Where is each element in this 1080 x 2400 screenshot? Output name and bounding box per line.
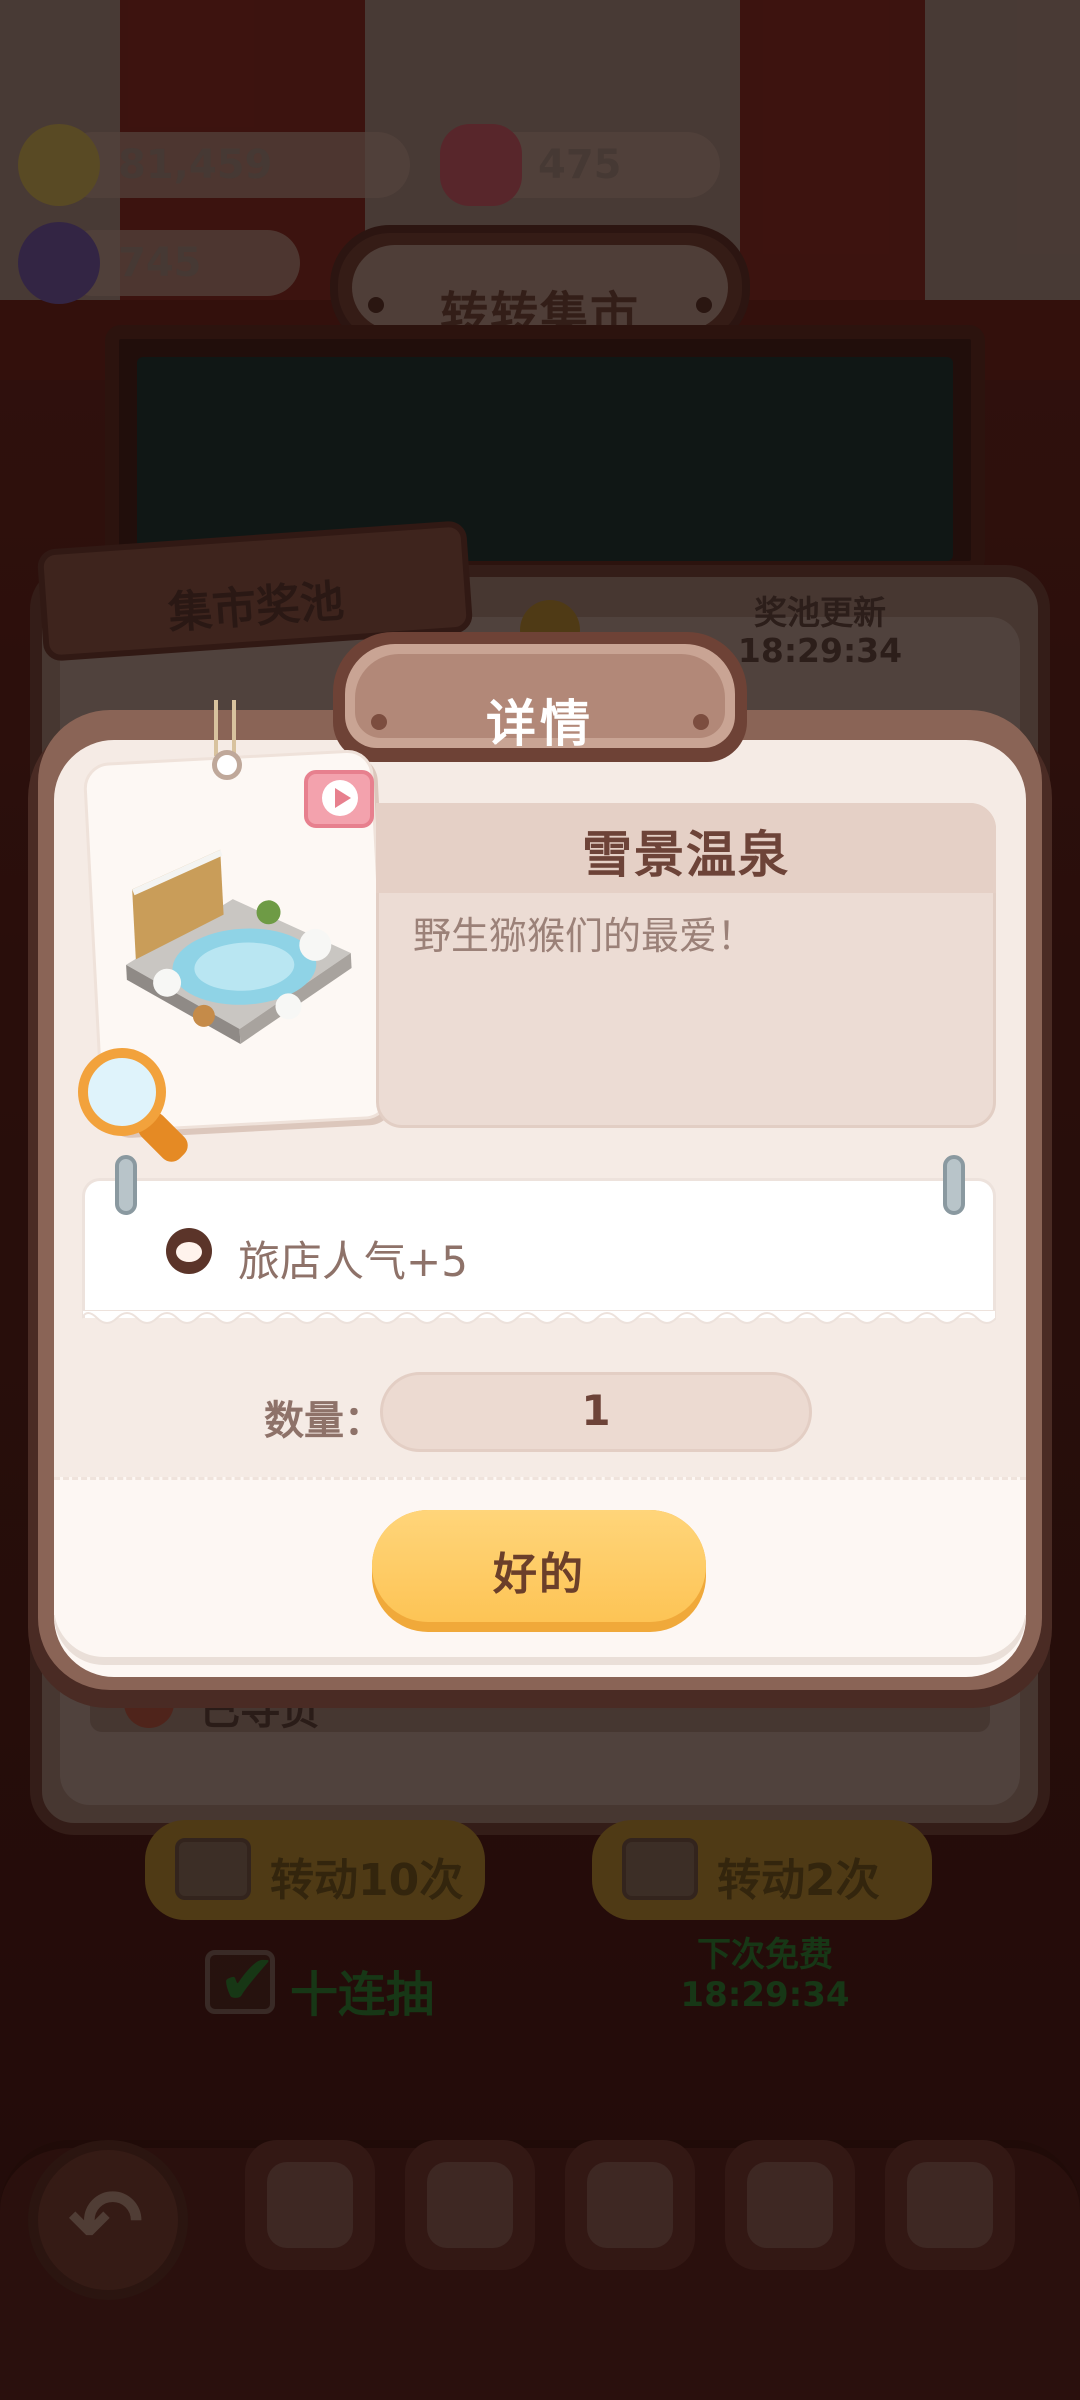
dialog-title-plate: 详情 [333, 632, 747, 762]
item-description: 野生猕猴们的最爱！ [413, 914, 756, 958]
item-name: 雪景温泉 [582, 826, 790, 884]
quantity-label: 数量： [264, 1398, 384, 1444]
tag-hole [212, 750, 242, 780]
pin-icon [943, 1155, 965, 1215]
effect-text: 旅店人气+5 [238, 1237, 468, 1286]
magnifier-icon[interactable] [78, 1048, 166, 1136]
ok-button[interactable]: 好的 [372, 1510, 706, 1632]
pin-icon [115, 1155, 137, 1215]
dialog-title: 详情 [486, 695, 594, 753]
tag-string [214, 700, 236, 756]
quantity-value: 1 [581, 1386, 611, 1435]
effect-banner [82, 1178, 996, 1318]
popularity-icon [166, 1228, 212, 1274]
ok-button-label: 好的 [493, 1549, 585, 1600]
video-play-icon[interactable] [304, 770, 374, 828]
hot-spring-illustration [126, 849, 352, 1044]
banner-wavy-edge [82, 1310, 996, 1324]
